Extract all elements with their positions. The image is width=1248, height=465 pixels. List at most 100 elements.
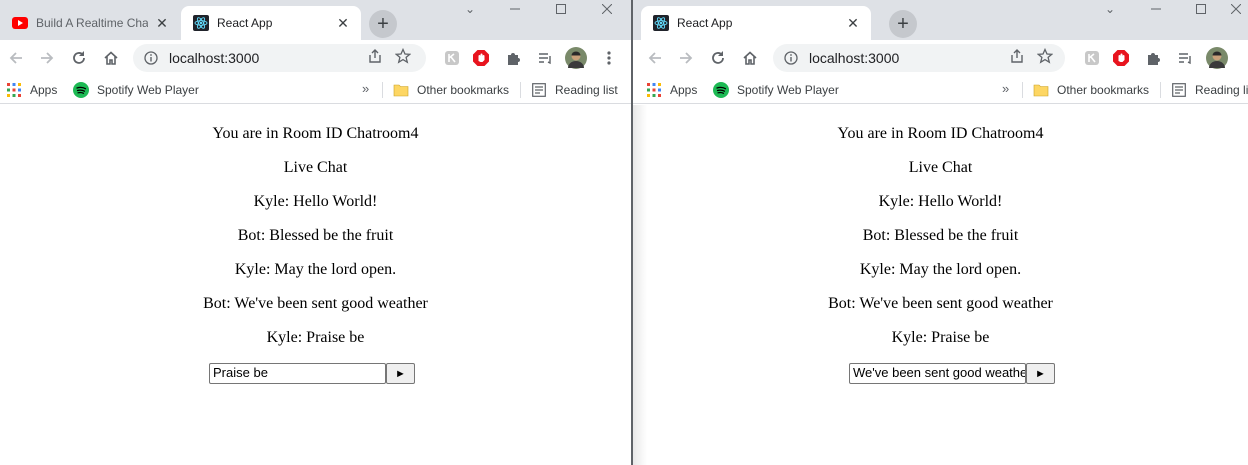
new-tab-button[interactable]: + [889,10,917,38]
chat-message: Kyle: May the lord open. [234,261,397,278]
tab-title: React App [677,16,733,30]
tab-strip: React App ✕ + ⌄ [633,0,1248,40]
close-tab-icon[interactable]: ✕ [845,15,861,31]
reading-list-icon [1171,82,1187,98]
chat-message: Kyle: Praise be [891,329,990,346]
share-icon[interactable] [367,48,383,69]
menu-icon[interactable] [597,46,621,70]
info-icon[interactable] [783,50,799,66]
star-icon[interactable] [1036,47,1054,69]
close-window-icon[interactable] [1221,0,1248,18]
divider [382,82,383,98]
bookmark-reading-list[interactable]: Reading list [1171,81,1248,99]
room-id-text: You are in Room ID Chatroom4 [212,125,419,142]
reading-list-icon[interactable] [533,46,557,70]
chat-message: Kyle: Praise be [266,329,365,346]
adblock-icon[interactable] [469,46,493,70]
tab-strip: Build A Realtime Chat ✕ React App ✕ + ⌄ [0,0,631,40]
bookmark-apps[interactable]: Apps [6,81,57,99]
bookmark-label: Apps [30,83,58,97]
star-icon[interactable] [394,47,412,69]
address-bar[interactable]: localhost:3000 [773,44,1065,72]
chat-message: Bot: Blessed be the fruit [862,227,1019,244]
address-bar[interactable]: localhost:3000 [133,44,426,72]
chat-message: Kyle: Hello World! [253,193,378,210]
extensions-puzzle-icon[interactable] [1141,46,1165,70]
react-icon [193,15,209,31]
bookmark-apps[interactable]: Apps [646,81,697,99]
reload-icon[interactable] [67,46,91,70]
close-tab-icon[interactable]: ✕ [335,15,351,31]
home-icon[interactable] [738,46,762,70]
back-icon[interactable] [643,46,667,70]
maximize-icon[interactable] [546,0,576,18]
reading-list-icon [531,82,547,98]
close-tab-icon[interactable]: ✕ [154,15,170,31]
bookmark-label: Apps [670,83,698,97]
browser-window-left: Build A Realtime Chat ✕ React App ✕ + ⌄ [0,0,631,465]
divider [520,82,521,98]
chevron-double-right-icon[interactable]: » [1002,81,1009,96]
divider [1160,82,1161,98]
bookmarks-bar: Apps Spotify Web Player » Other bookmark… [633,76,1248,104]
tab-youtube[interactable]: Build A Realtime Chat ✕ [0,6,180,40]
chat-message: Kyle: May the lord open. [859,261,1022,278]
spotify-icon [73,82,89,98]
chevron-double-right-icon[interactable]: » [362,81,369,96]
extension-kami-icon[interactable] [440,46,464,70]
send-button[interactable]: ► [386,363,415,384]
chat-message: Bot: We've been sent good weather [203,295,428,312]
reload-icon[interactable] [706,46,730,70]
forward-icon[interactable] [674,46,698,70]
chat-message: Bot: Blessed be the fruit [237,227,394,244]
bookmark-spotify[interactable]: Spotify Web Player [713,81,839,99]
minimize-icon[interactable] [1141,0,1171,18]
bookmark-spotify[interactable]: Spotify Web Player [73,81,199,99]
room-id-text: You are in Room ID Chatroom4 [837,125,1044,142]
extension-kami-icon[interactable] [1080,46,1104,70]
info-icon[interactable] [143,50,159,66]
url-text: localhost:3000 [169,50,260,66]
toolbar: localhost:3000 [0,40,631,76]
new-tab-button[interactable]: + [369,10,397,38]
share-icon[interactable] [1009,48,1025,69]
chat-page: You are in Room ID Chatroom4 Live Chat K… [633,105,1248,465]
close-window-icon[interactable] [592,0,622,18]
minimize-icon[interactable] [500,0,530,18]
youtube-icon [12,15,28,31]
bookmark-label: Other bookmarks [1057,83,1150,97]
extensions-puzzle-icon[interactable] [501,46,525,70]
chevron-down-icon[interactable]: ⌄ [455,0,485,18]
spotify-icon [713,82,729,98]
send-button[interactable]: ► [1026,363,1055,384]
back-icon[interactable] [4,46,28,70]
adblock-icon[interactable] [1109,46,1133,70]
maximize-icon[interactable] [1186,0,1216,18]
page-title: Live Chat [908,159,973,176]
bookmark-other-bookmarks[interactable]: Other bookmarks [393,81,509,99]
bookmarks-bar: Apps Spotify Web Player » Other bookmark… [0,76,631,104]
reading-list-icon[interactable] [1173,46,1197,70]
bookmark-other-bookmarks[interactable]: Other bookmarks [1033,81,1149,99]
edge-shadow [633,105,647,465]
message-input[interactable]: Praise be [209,363,386,384]
tab-react-app[interactable]: React App ✕ [641,6,871,40]
message-input[interactable]: We've been sent good weather [849,363,1026,384]
home-icon[interactable] [99,46,123,70]
url-text: localhost:3000 [809,50,900,66]
chevron-down-icon[interactable]: ⌄ [1095,0,1125,18]
chat-message: Bot: We've been sent good weather [828,295,1053,312]
folder-icon [1033,82,1049,98]
tab-react-app[interactable]: React App ✕ [181,6,361,40]
browser-window-right: React App ✕ + ⌄ localhost:3000 Apps Spot… [633,0,1248,465]
bookmark-reading-list[interactable]: Reading list [531,81,618,99]
bookmark-label: Spotify Web Player [737,83,839,97]
tab-title: React App [217,16,273,30]
avatar[interactable] [1205,46,1229,70]
apps-grid-icon [6,82,22,98]
avatar[interactable] [564,46,588,70]
bookmark-label: Reading list [555,83,618,97]
forward-icon[interactable] [35,46,59,70]
toolbar: localhost:3000 [633,40,1248,76]
bookmark-label: Reading list [1195,83,1248,97]
